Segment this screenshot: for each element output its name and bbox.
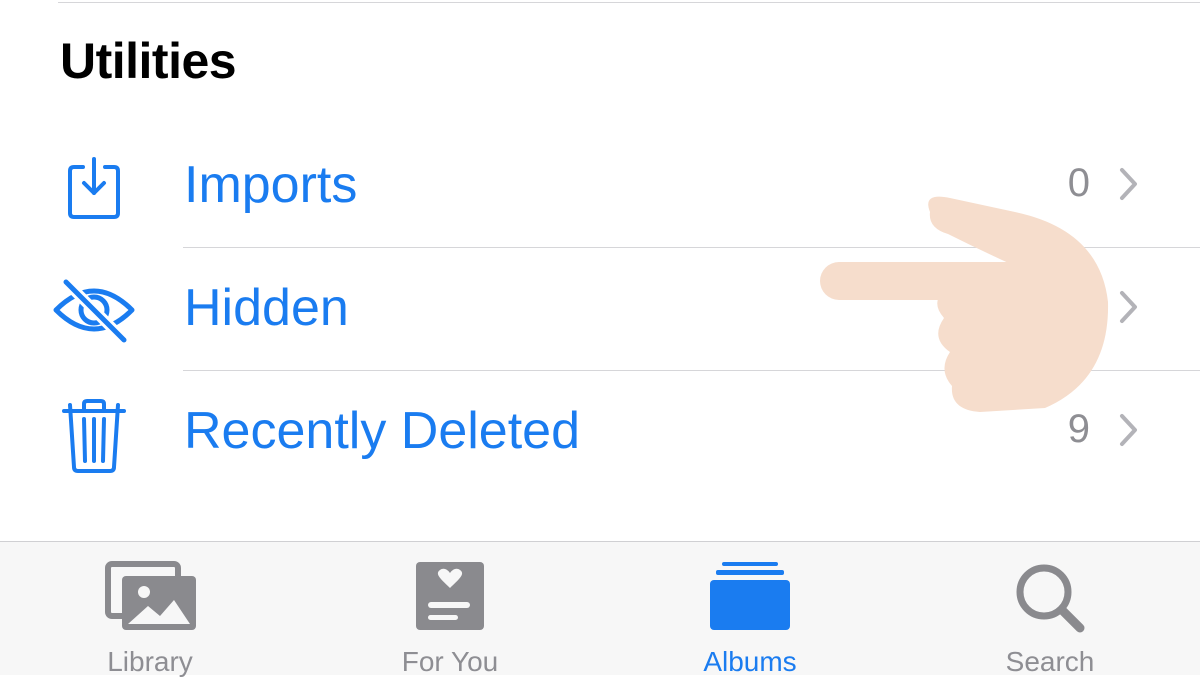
tab-library[interactable]: Library [50,542,250,677]
top-separator [58,2,1200,3]
chevron-right-icon [1118,289,1140,325]
search-icon [1000,560,1100,636]
row-count-imports: 0 [1067,161,1090,205]
row-label-hidden: Hidden [184,279,349,337]
row-label-recently-deleted: Recently Deleted [184,402,580,460]
tab-for-you[interactable]: For You [350,542,550,677]
row-recently-deleted[interactable]: Recently Deleted 9 [0,371,1200,494]
row-label-imports: Imports [184,156,358,214]
tab-search[interactable]: Search [950,542,1150,677]
tab-albums[interactable]: Albums [650,542,850,677]
tab-label: Library [107,646,193,677]
row-hidden[interactable]: Hidden [0,248,1200,371]
import-tray-icon [52,145,136,229]
section-title: Utilities [60,33,237,89]
tab-bar: Library For You Albums Search [0,541,1200,677]
chevron-right-icon [1118,166,1140,202]
row-count-recently-deleted: 9 [1067,407,1090,451]
tab-label: Search [1005,646,1095,677]
photo-library-icon [100,560,200,636]
row-imports[interactable]: Imports 0 [0,125,1200,248]
tab-label: Albums [703,646,797,677]
tab-label: For You [401,646,499,677]
chevron-right-icon [1118,412,1140,448]
for-you-card-icon [400,560,500,636]
eye-slash-icon [52,268,136,352]
trash-icon [52,391,136,475]
albums-stack-icon [700,560,800,636]
